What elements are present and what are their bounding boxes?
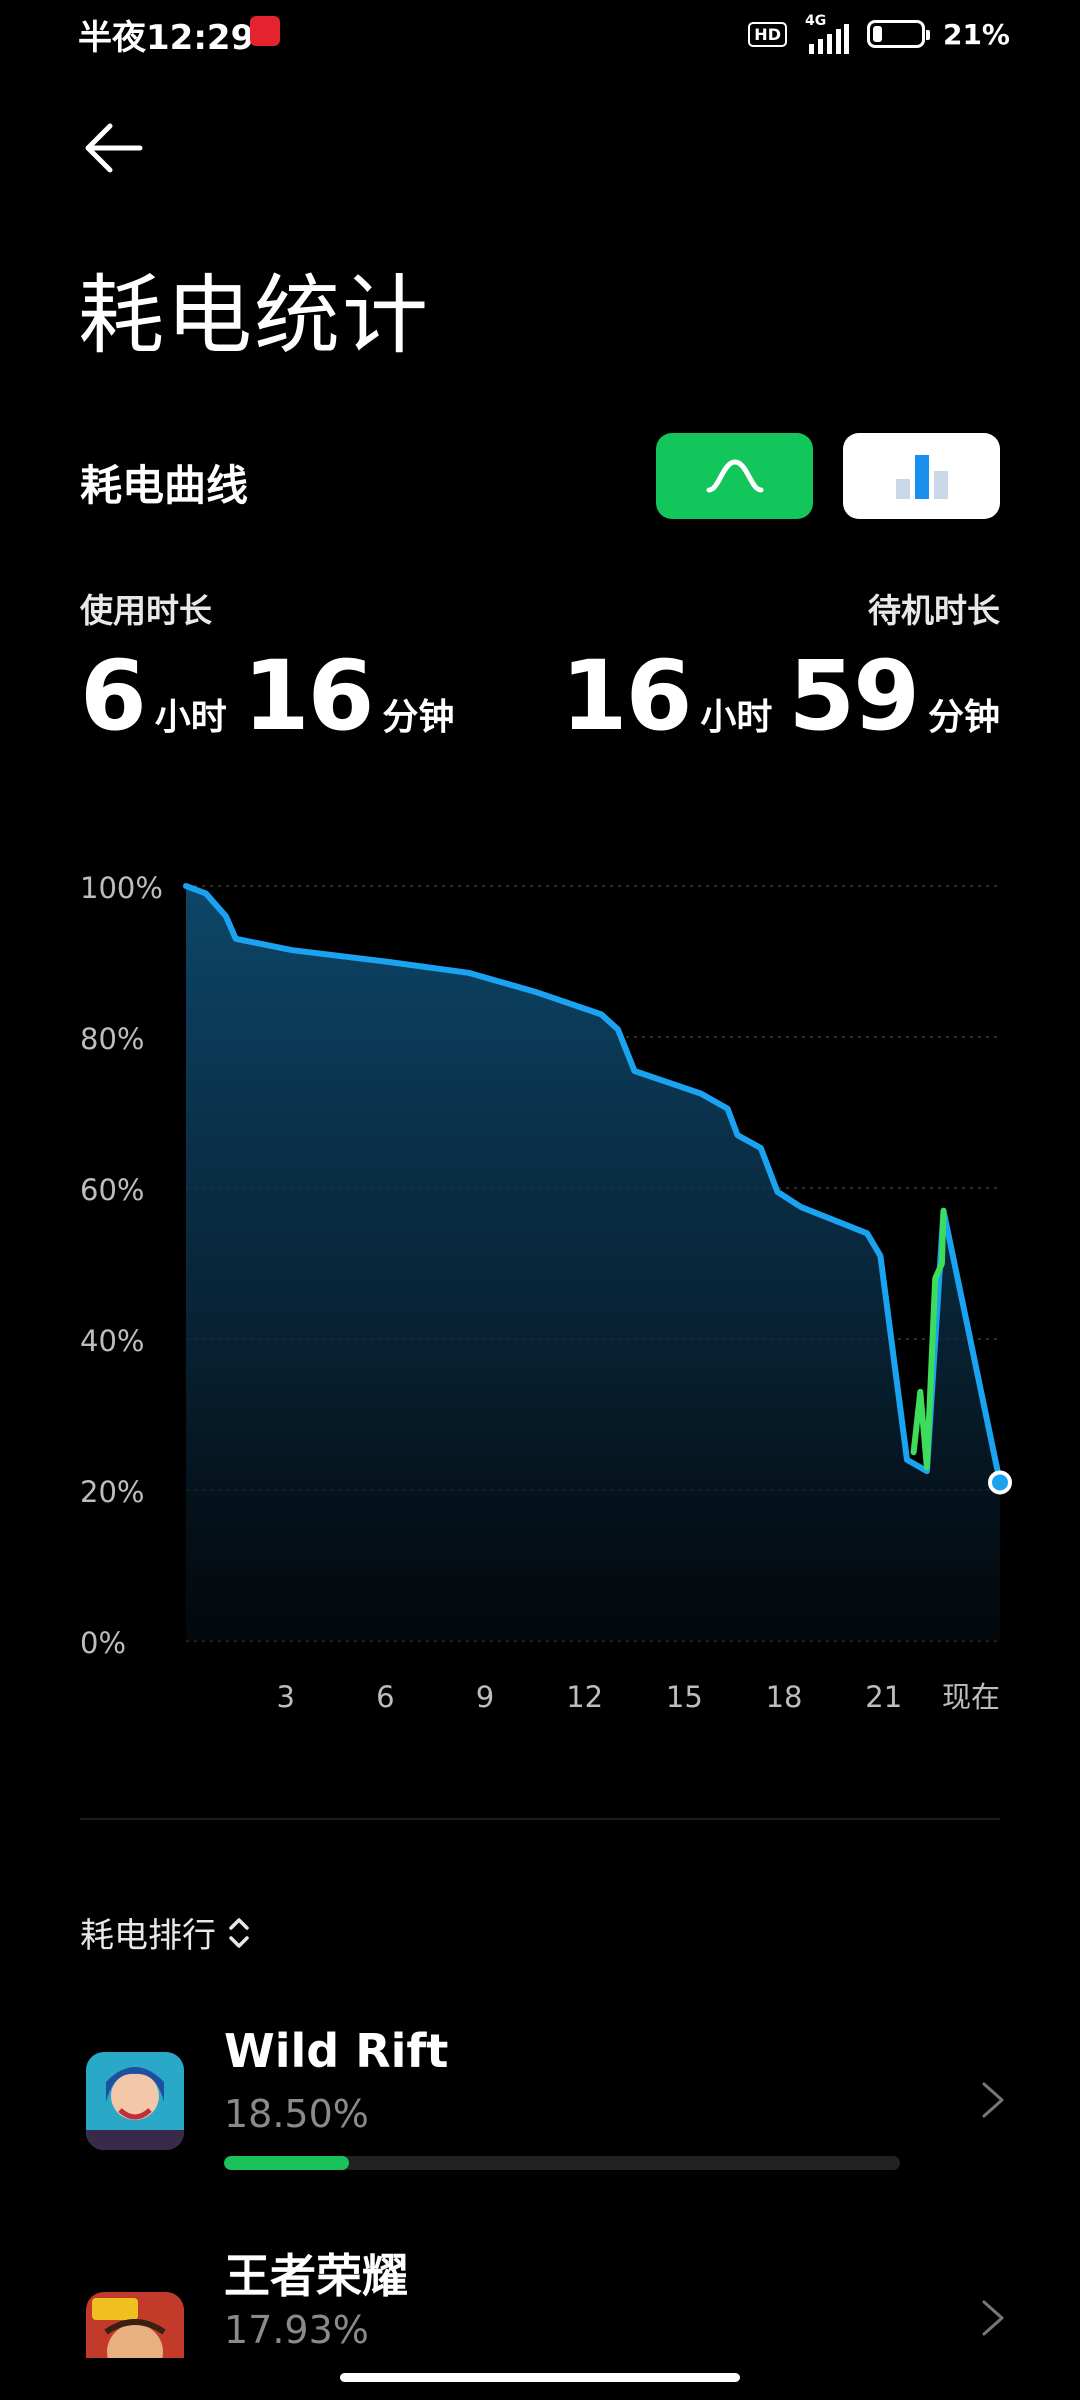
standby-duration-label: 待机时长 bbox=[868, 591, 1000, 630]
x-tick-label: 12 bbox=[566, 1680, 603, 1714]
x-tick-label: 21 bbox=[865, 1680, 902, 1714]
usage-duration: 6 小时 16 分钟 bbox=[80, 640, 470, 752]
ranking-sort-button[interactable]: 耗电排行 bbox=[80, 1908, 250, 1957]
chevron-right-icon bbox=[982, 2082, 1004, 2118]
app-name: Wild Rift bbox=[224, 2024, 449, 2078]
chevron-right-icon bbox=[982, 2300, 1004, 2336]
usage-hours-unit: 小时 bbox=[154, 697, 227, 738]
wild-rift-app-icon bbox=[86, 2052, 184, 2150]
standby-minutes-unit: 分钟 bbox=[927, 697, 1000, 738]
standby-hours: 16 bbox=[560, 640, 693, 752]
app-percent: 17.93% bbox=[224, 2308, 369, 2352]
y-tick-label: 100% bbox=[80, 871, 163, 905]
x-tick-label: 现在 bbox=[942, 1680, 1000, 1714]
list-item-wild-rift[interactable]: Wild Rift 18.50% bbox=[0, 2000, 1080, 2200]
curve-icon bbox=[706, 459, 763, 493]
status-indicators: HD 4G 21% bbox=[748, 14, 1010, 54]
usage-minutes: 16 bbox=[242, 640, 375, 752]
ranking-title: 耗电排行 bbox=[80, 1916, 216, 1956]
battery-percent: 21% bbox=[942, 17, 1010, 51]
signal-icon: 4G bbox=[805, 14, 849, 54]
y-tick-label: 40% bbox=[80, 1324, 144, 1358]
list-item-honor-of-kings[interactable]: 王者荣耀 17.93% bbox=[0, 2240, 1080, 2358]
back-button[interactable] bbox=[82, 120, 152, 180]
x-tick-label: 6 bbox=[376, 1680, 394, 1714]
y-tick-label: 80% bbox=[80, 1022, 144, 1056]
honor-of-kings-app-icon bbox=[86, 2292, 184, 2358]
usage-bar-fill bbox=[224, 2156, 350, 2170]
x-tick-label: 3 bbox=[276, 1680, 294, 1714]
battery-area bbox=[186, 886, 1000, 1641]
y-tick-label: 60% bbox=[80, 1173, 144, 1207]
bar-chart-icon bbox=[895, 455, 948, 499]
curve-view-toggle[interactable] bbox=[656, 433, 813, 519]
usage-bar bbox=[224, 2156, 900, 2170]
hd-icon: HD bbox=[748, 21, 787, 47]
standby-hours-unit: 小时 bbox=[700, 697, 773, 738]
app-name: 王者荣耀 bbox=[224, 2249, 408, 2303]
current-level-dot bbox=[988, 1470, 1012, 1495]
battery-icon bbox=[866, 20, 930, 48]
notification-app-icon bbox=[250, 16, 280, 46]
divider bbox=[80, 1818, 1000, 1820]
sort-updown-icon bbox=[229, 1917, 249, 1948]
x-tick-label: 15 bbox=[666, 1680, 703, 1714]
standby-minutes: 59 bbox=[788, 640, 920, 752]
home-indicator[interactable] bbox=[340, 2373, 740, 2382]
usage-hours: 6 bbox=[80, 640, 147, 752]
network-type: 4G bbox=[804, 13, 827, 29]
usage-duration-label: 使用时长 bbox=[80, 591, 212, 630]
y-tick-label: 0% bbox=[80, 1626, 126, 1660]
x-tick-label: 9 bbox=[476, 1680, 494, 1714]
bar-view-toggle[interactable] bbox=[843, 433, 1000, 519]
battery-level-chart: 100% 80% 60% 40% 20% 0% 3 6 9 12 15 18 21 现在 bbox=[80, 871, 1012, 1714]
x-tick-label: 18 bbox=[766, 1680, 803, 1714]
standby-duration: 16 小时 59 分钟 bbox=[561, 640, 1000, 752]
usage-minutes-unit: 分钟 bbox=[382, 697, 455, 738]
section-title-curve: 耗电曲线 bbox=[80, 461, 249, 510]
app-percent: 18.50% bbox=[224, 2092, 369, 2136]
y-tick-label: 20% bbox=[80, 1475, 144, 1509]
back-arrow-icon bbox=[85, 123, 143, 173]
page-title: 耗电统计 bbox=[78, 266, 430, 366]
status-time: 半夜12:29 bbox=[78, 18, 255, 58]
